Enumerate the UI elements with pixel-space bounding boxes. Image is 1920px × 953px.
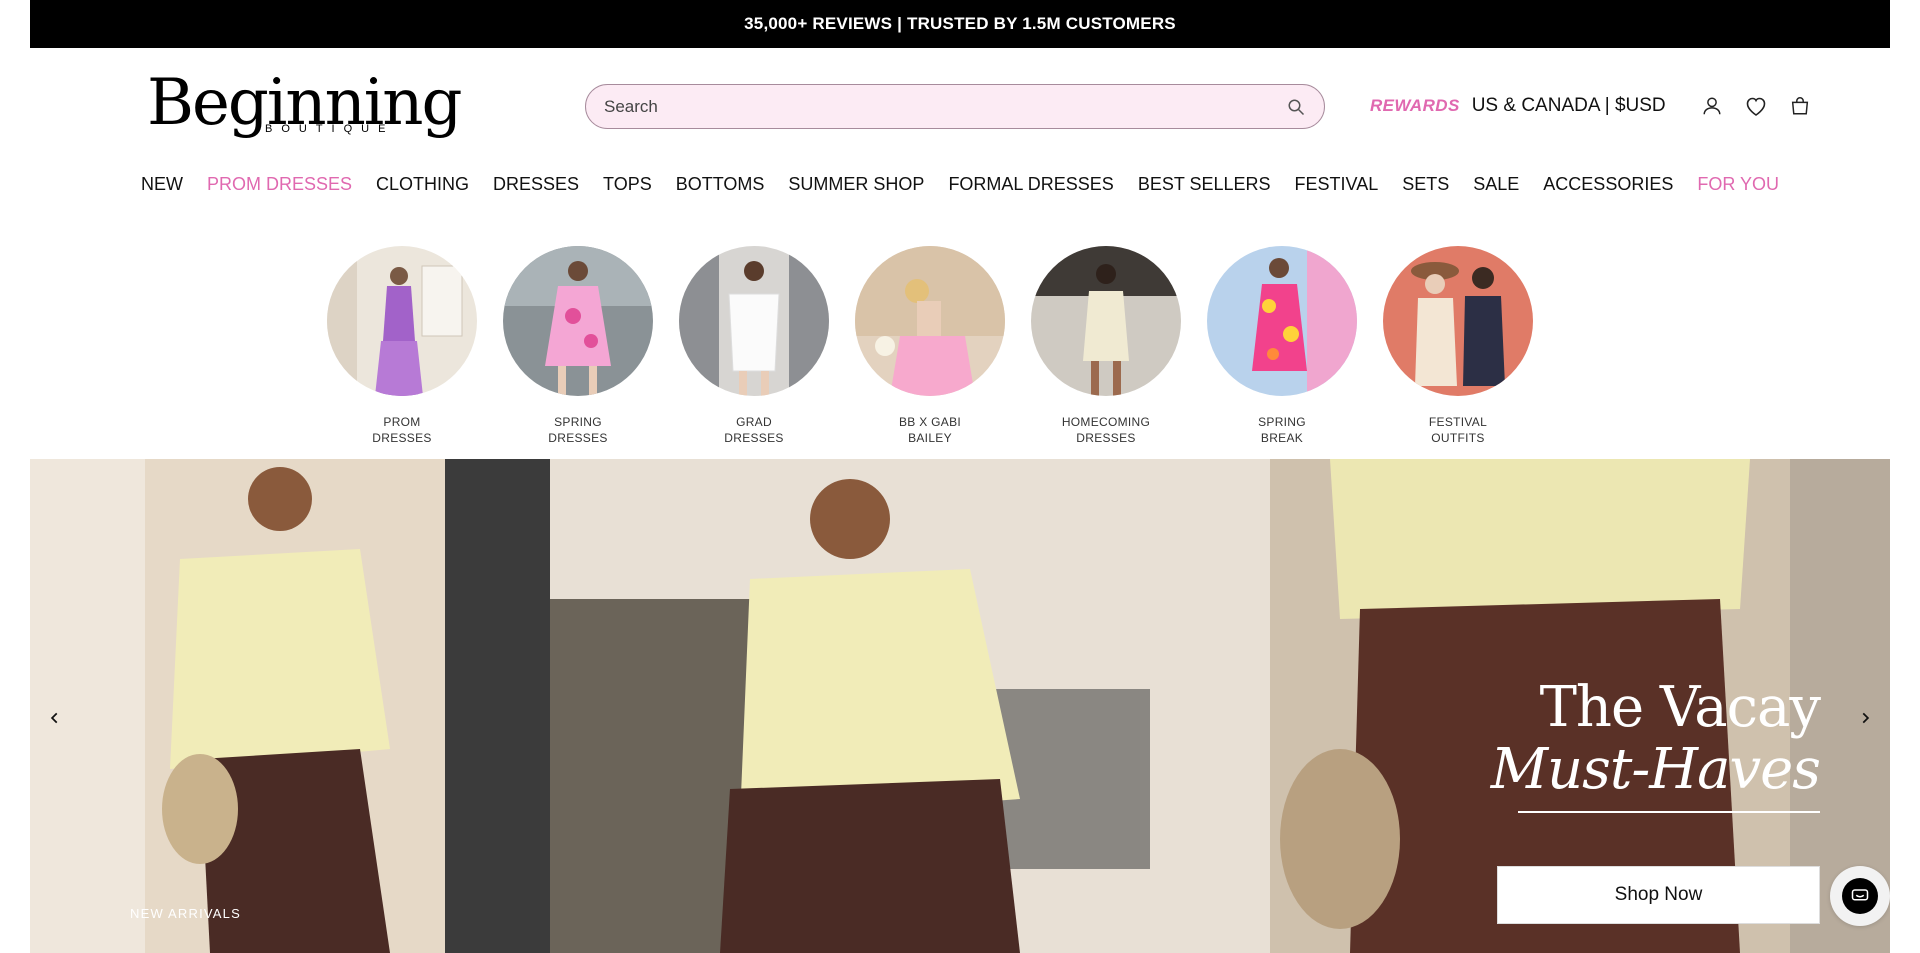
search-bar	[585, 84, 1325, 129]
chevron-left-icon[interactable]	[40, 703, 70, 733]
category-image	[1207, 246, 1357, 396]
chevron-right-icon[interactable]	[1850, 703, 1880, 733]
category-label: FESTIVAL OUTFITS	[1428, 415, 1488, 445]
rewards-link[interactable]: REWARDS	[1370, 96, 1460, 116]
nav-item-tops[interactable]: TOPS	[603, 174, 652, 195]
category-label: SPRING DRESSES	[548, 415, 608, 445]
category-label: PROM DRESSES	[372, 415, 432, 445]
hero-banner[interactable]: NEW ARRIVALS The Vacay Must-Haves Shop N…	[30, 459, 1890, 953]
hero-headline-line2: Must-Haves	[1490, 737, 1821, 802]
category-label: BB X GABI BAILEY	[898, 415, 962, 445]
search-icon[interactable]	[1286, 97, 1306, 117]
hero-image-center	[550, 459, 1270, 953]
announcement-text: 35,000+ REVIEWS | TRUSTED BY 1.5M CUSTOM…	[744, 14, 1176, 33]
brand-sub: BOUTIQUE	[265, 123, 395, 135]
nav-item-formal-dresses[interactable]: FORMAL DRESSES	[948, 174, 1113, 195]
nav-item-summer-shop[interactable]: SUMMER SHOP	[788, 174, 924, 195]
category-festival-outfits[interactable]: FESTIVAL OUTFITS	[1383, 246, 1533, 446]
category-grad-dresses[interactable]: GRAD DRESSES	[679, 246, 829, 446]
search-input[interactable]	[604, 96, 1286, 117]
region-selector[interactable]: US & CANADA | $USD	[1472, 95, 1666, 117]
cart-icon[interactable]	[1788, 94, 1812, 118]
category-image	[679, 246, 829, 396]
new-arrivals-tag: NEW ARRIVALS	[130, 906, 241, 921]
category-image	[855, 246, 1005, 396]
main-nav: NEW PROM DRESSES CLOTHING DRESSES TOPS B…	[30, 170, 1890, 198]
nav-item-sale[interactable]: SALE	[1473, 174, 1519, 195]
category-homecoming-dresses[interactable]: HOMECOMING DRESSES	[1031, 246, 1181, 446]
category-label: HOMECOMING DRESSES	[1061, 415, 1151, 445]
header-utilities: REWARDS US & CANADA | $USD	[1370, 88, 1812, 124]
hero-headline-line1: The Vacay	[1539, 675, 1821, 740]
category-prom-dresses[interactable]: PROM DRESSES	[327, 246, 477, 446]
hero-image-left	[30, 459, 550, 953]
chat-widget[interactable]	[1830, 866, 1890, 926]
nav-item-dresses[interactable]: DRESSES	[493, 174, 579, 195]
category-spring-break[interactable]: SPRING BREAK	[1207, 246, 1357, 446]
announcement-bar: 35,000+ REVIEWS | TRUSTED BY 1.5M CUSTOM…	[30, 0, 1890, 48]
category-image	[503, 246, 653, 396]
nav-item-clothing[interactable]: CLOTHING	[376, 174, 469, 195]
nav-item-prom-dresses[interactable]: PROM DRESSES	[207, 174, 352, 195]
nav-item-best-sellers[interactable]: BEST SELLERS	[1138, 174, 1271, 195]
category-bb-x-gabi-bailey[interactable]: BB X GABI BAILEY	[855, 246, 1005, 446]
brand-logo[interactable]: Beginning BOUTIQUE	[147, 68, 462, 142]
chat-icon	[1842, 878, 1878, 914]
category-carousel: PROM DRESSES SPRING DRESSES GRAD DRESSES…	[30, 246, 1890, 446]
nav-item-new[interactable]: NEW	[141, 174, 183, 195]
nav-item-sets[interactable]: SETS	[1402, 174, 1449, 195]
category-image	[1031, 246, 1181, 396]
category-spring-dresses[interactable]: SPRING DRESSES	[503, 246, 653, 446]
category-image	[1383, 246, 1533, 396]
hero-headline: The Vacay Must-Haves	[1270, 675, 1821, 802]
nav-item-for-you[interactable]: FOR YOU	[1697, 174, 1779, 195]
category-label: GRAD DRESSES	[724, 415, 784, 445]
nav-item-bottoms[interactable]: BOTTOMS	[676, 174, 765, 195]
category-label: SPRING BREAK	[1258, 415, 1306, 445]
user-icon[interactable]	[1700, 94, 1724, 118]
nav-item-festival[interactable]: FESTIVAL	[1295, 174, 1379, 195]
shop-now-button[interactable]: Shop Now	[1497, 866, 1820, 924]
headline-underline	[1518, 811, 1820, 813]
nav-item-accessories[interactable]: ACCESSORIES	[1543, 174, 1673, 195]
page: 35,000+ REVIEWS | TRUSTED BY 1.5M CUSTOM…	[30, 0, 1890, 953]
heart-icon[interactable]	[1744, 94, 1768, 118]
category-image	[327, 246, 477, 396]
